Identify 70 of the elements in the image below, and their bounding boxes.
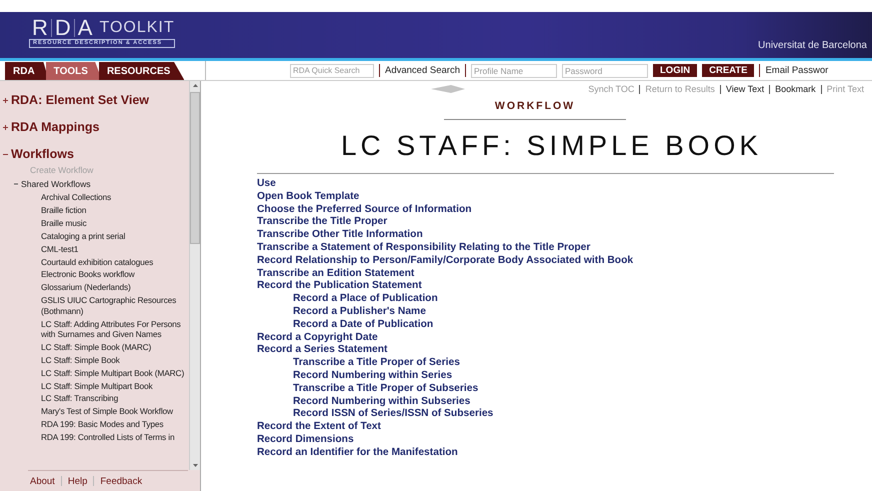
workflow-step-link[interactable]: Choose the Preferred Source of Information: [257, 204, 472, 216]
password-field[interactable]: Password: [562, 64, 648, 78]
institution-name: Universitat de Barcelona: [758, 40, 867, 51]
workflow-item[interactable]: Braille fiction: [0, 204, 189, 217]
workflow-step-link[interactable]: Record the Publication Statement: [257, 280, 422, 294]
back-arrow-icon[interactable]: [431, 85, 451, 93]
advanced-search-link[interactable]: Advanced Search: [385, 65, 460, 76]
workflow-step-link[interactable]: Record a Date of Publication: [293, 318, 434, 332]
plus-icon: [3, 98, 8, 102]
footer-link[interactable]: Feedback: [100, 476, 142, 486]
workflow-item[interactable]: Electronic Books workflow: [0, 268, 189, 282]
minus-icon: [14, 182, 18, 186]
workflow-step-link[interactable]: Transcribe an Edition Statement: [257, 268, 414, 280]
sidebar-section[interactable]: RDA: Element Set View: [0, 91, 150, 109]
workflow-step-link[interactable]: Record Relationship to Person/Family/Corporate Body Associated with Book: [257, 254, 634, 268]
workflow-item[interactable]: LC Staff: Transcribing: [0, 392, 189, 406]
scroll-down-icon[interactable]: [192, 464, 198, 467]
workflow-step-link[interactable]: Transcribe the Title Proper: [257, 216, 388, 230]
scrollbar[interactable]: [189, 81, 200, 470]
workflow-step-link[interactable]: Transcribe a Statement of Responsibility Relating to the Title Proper: [257, 242, 590, 255]
workflow-step-link[interactable]: Record Numbering within Series: [293, 370, 452, 383]
forward-arrow-icon[interactable]: [451, 85, 465, 93]
document-link[interactable]: Bookmark: [775, 84, 816, 94]
workflow-item[interactable]: Braille music: [0, 216, 189, 230]
workflow-item[interactable]: LC Staff: Adding Attributes For Persons with Surnames and Given Names: [0, 317, 189, 341]
email-password-link[interactable]: Email Passwor: [765, 65, 828, 76]
workflow-step-link[interactable]: Transcribe a Title Proper of Subseries: [293, 382, 478, 396]
workflow-item[interactable]: Cataloging a print serial: [0, 230, 189, 242]
workflow-item[interactable]: RDA 199: Controlled Lists of Terms in: [0, 430, 189, 444]
workflow-step-link[interactable]: Record a Series Statement: [257, 344, 388, 358]
workflow-item[interactable]: LC Staff: Simple Book (MARC): [0, 340, 189, 354]
sidebar-section[interactable]: RDA Mappings: [0, 118, 100, 136]
workflow-step-link[interactable]: Record a Place of Publication: [293, 293, 438, 306]
workflow-item[interactable]: Mary's Test of Simple Book Workflow: [0, 405, 189, 418]
account-button[interactable]: CREATE: [702, 64, 754, 77]
footer-link[interactable]: Help: [68, 476, 88, 486]
workflow-step-link[interactable]: Use: [257, 178, 276, 191]
workflow-step-link[interactable]: Record ISSN of Series/ISSN of Subseries: [293, 408, 494, 422]
nav-tab[interactable]: RDA: [5, 62, 49, 80]
workflow-step-link[interactable]: Transcribe Other Title Information: [257, 229, 423, 242]
quick-search-field[interactable]: RDA Quick Search: [290, 64, 374, 78]
workflow-item[interactable]: Archival Collections: [0, 191, 189, 204]
plus-icon: [3, 124, 8, 130]
profile-name-field[interactable]: Profile Name: [471, 64, 557, 78]
workflow-item[interactable]: GSLIS UIUC Cartographic Resources (Bothmann): [0, 294, 189, 318]
workflow-step-link[interactable]: Open Book Template: [257, 190, 360, 204]
workflow-item[interactable]: LC Staff: Simple Multipart Book: [0, 379, 189, 392]
workflow-item[interactable]: Courtauld exhibition catalogues: [0, 255, 189, 268]
nav-tab[interactable]: TOOLS: [46, 62, 102, 80]
workflow-step-link[interactable]: Record a Copyright Date: [257, 332, 378, 344]
workflow-step-link[interactable]: Record Numbering within Subseries: [293, 396, 470, 408]
workflow-item[interactable]: LC Staff: Simple Book: [0, 354, 189, 366]
workflow-step-link[interactable]: Transcribe a Title Proper of Series: [293, 357, 460, 370]
footer-link[interactable]: About: [30, 476, 55, 486]
workflow-item[interactable]: CML-test1: [0, 242, 189, 256]
workflow-item[interactable]: RDA 199: Basic Modes and Types: [0, 418, 189, 431]
sidebar-item[interactable]: Shared Workflows: [0, 177, 91, 191]
workflow-step-link[interactable]: Record an Identifier for the Manifestation: [257, 446, 458, 460]
account-button[interactable]: LOGIN: [653, 64, 698, 77]
scroll-up-icon[interactable]: [192, 84, 198, 87]
page-title: LC STAFF: SIMPLE BOOK: [340, 129, 764, 163]
workflow-step-link[interactable]: Record Dimensions: [257, 434, 354, 447]
sidebar-section[interactable]: Workflows: [0, 145, 74, 163]
document-link[interactable]: View Text: [726, 84, 764, 94]
workflow-item[interactable]: LC Staff: Simple Multipart Book (MARC): [0, 366, 189, 380]
nav-tab[interactable]: RESOURCES: [98, 62, 184, 80]
workflow-step-link[interactable]: Record the Extent of Text: [257, 421, 381, 434]
section-label: WORKFLOW: [494, 100, 576, 112]
workflow-step-link[interactable]: Record a Publisher's Name: [293, 306, 426, 319]
workflow-item[interactable]: Glossarium (Nederlands): [0, 281, 189, 294]
